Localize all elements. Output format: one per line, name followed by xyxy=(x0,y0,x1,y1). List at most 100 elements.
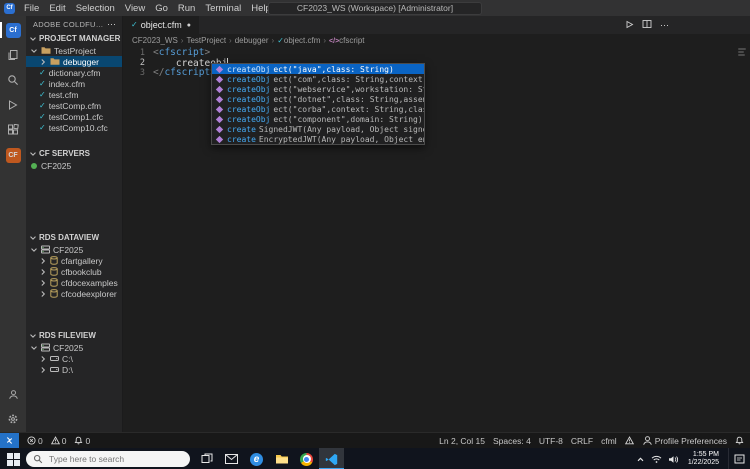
suggestion-rest: ect("java",class: String) xyxy=(273,64,394,74)
tray-hidden-icons[interactable] xyxy=(636,455,645,464)
editor-group: ✓ object.cfm ● ⋯ CF2023_WS › TestProject › d… xyxy=(123,16,750,432)
editor-more-actions[interactable]: ⋯ xyxy=(660,20,670,31)
remote-indicator[interactable] xyxy=(0,433,19,448)
breadcrumb-debugger[interactable]: debugger xyxy=(235,36,269,45)
sidebar-more-actions-icon[interactable]: ⋯ xyxy=(107,19,117,30)
taskbar-search[interactable] xyxy=(26,451,190,467)
activity-settings[interactable] xyxy=(3,410,23,428)
tree-item-debugger[interactable]: debugger xyxy=(26,56,122,67)
section-header-cf-servers[interactable]: CF SERVERS xyxy=(26,147,122,160)
start-button[interactable] xyxy=(0,448,26,469)
cfml-warning[interactable] xyxy=(624,436,634,445)
breadcrumb-testproject[interactable]: TestProject xyxy=(186,36,226,45)
notifications-count[interactable]: 0 xyxy=(74,436,90,446)
tree-item-testcomp10-cfc[interactable]: ✓ testComp10.cfc xyxy=(26,122,122,133)
menu-go[interactable]: Go xyxy=(150,3,173,14)
tree-item-testproject[interactable]: TestProject xyxy=(26,45,122,56)
tray-volume[interactable] xyxy=(668,455,679,464)
indentation[interactable]: Spaces: 4 xyxy=(493,436,531,446)
encoding[interactable]: UTF-8 xyxy=(539,436,563,446)
suggestion-rest: ect("dotnet",class: String,assembly: Str… xyxy=(273,94,424,104)
activity-accounts[interactable] xyxy=(3,385,23,403)
eol[interactable]: CRLF xyxy=(571,436,593,446)
method-icon xyxy=(215,115,224,124)
taskbar-app-edge[interactable]: e xyxy=(244,448,269,469)
suggestion-4[interactable]: createObj ect("corba",context: String,cla… xyxy=(212,104,424,114)
breadcrumb-cfscript[interactable]: </> cfscript xyxy=(329,36,364,45)
activity-extensions[interactable] xyxy=(3,121,23,139)
suggestion-3[interactable]: createObj ect("dotnet",class: String,asse… xyxy=(212,94,424,104)
breadcrumb-cf2023-ws[interactable]: CF2023_WS xyxy=(132,36,178,45)
menu-help[interactable]: Help xyxy=(246,3,276,14)
minimap[interactable] xyxy=(737,47,748,57)
line-number[interactable]: 3 xyxy=(123,68,153,78)
tree-item-d[interactable]: D:\ xyxy=(26,364,122,375)
activity-explorer[interactable] xyxy=(3,46,23,64)
action-center-button[interactable] xyxy=(728,448,749,469)
cfml-file-icon: ✓ xyxy=(39,89,46,99)
notifications-bell[interactable] xyxy=(735,436,744,445)
activity-coldfusion[interactable]: CF xyxy=(3,146,23,164)
tree-item-cf2025[interactable]: CF2025 xyxy=(26,160,122,171)
tray-network[interactable] xyxy=(651,455,662,464)
activity-search[interactable] xyxy=(3,71,23,89)
tree-item-cfdocexamples[interactable]: cfdocexamples xyxy=(26,277,122,288)
taskbar-clock[interactable]: 1:55 PM 1/22/2025 xyxy=(685,451,722,467)
cfbuilder-logo-icon: Cf xyxy=(5,22,21,38)
menu-edit[interactable]: Edit xyxy=(44,3,70,14)
tree-item-test-cfm[interactable]: ✓ test.cfm xyxy=(26,89,122,100)
tree-item-cfartgallery[interactable]: cfartgallery xyxy=(26,255,122,266)
suggestion-6[interactable]: create SignedJWT(Any payload, Object sign… xyxy=(212,124,424,134)
taskbar-app-task-view[interactable] xyxy=(194,448,219,469)
suggestion-1[interactable]: createObj ect("com",class: String,context… xyxy=(212,74,424,84)
warning-icon xyxy=(50,436,60,445)
suggestion-7[interactable]: create EncryptedJWT(Any payload, Object e… xyxy=(212,134,424,144)
tree-item-label: cfdocexamples xyxy=(61,277,118,288)
profile-preferences[interactable]: Profile Preferences xyxy=(642,435,727,446)
activity-run-debug[interactable] xyxy=(3,96,23,114)
taskbar-app-chrome[interactable] xyxy=(294,448,319,469)
volume-icon xyxy=(668,455,679,464)
menu-run[interactable]: Run xyxy=(173,3,200,14)
tree-item-index-cfm[interactable]: ✓ index.cfm xyxy=(26,78,122,89)
menu-view[interactable]: View xyxy=(120,3,150,14)
section-header-project-manager[interactable]: PROJECT MANAGER xyxy=(26,32,122,45)
tree-item-cfbookclub[interactable]: cfbookclub xyxy=(26,266,122,277)
warnings[interactable]: 0 xyxy=(50,436,66,446)
tree-item-testcomp1-cfc[interactable]: ✓ testComp1.cfc xyxy=(26,111,122,122)
suggestion-2[interactable]: createObj ect("webservice",workstation: S… xyxy=(212,84,424,94)
taskbar-app-mail[interactable] xyxy=(219,448,244,469)
line-number[interactable]: 2 xyxy=(123,58,153,68)
menu-selection[interactable]: Selection xyxy=(71,3,120,14)
tree-item-c[interactable]: C:\ xyxy=(26,353,122,364)
menu-file[interactable]: File xyxy=(19,3,44,14)
cf-orange-icon: CF xyxy=(5,147,21,163)
taskbar-app-file-explorer[interactable] xyxy=(269,448,294,469)
window-title: CF2023_WS (Workspace) [Administrator] xyxy=(267,1,483,15)
line-number[interactable]: 1 xyxy=(123,48,153,58)
suggestion-0[interactable]: createObj ect("java",class: String) xyxy=(212,64,424,74)
tab-object-cfm[interactable]: ✓ object.cfm ● xyxy=(123,16,199,34)
tree-item-cf2025[interactable]: CF2025 xyxy=(26,244,122,255)
code-line-1[interactable]: 1 <cfscript> xyxy=(123,48,750,59)
tree-item-testcomp-cfm[interactable]: ✓ testComp.cfm xyxy=(26,100,122,111)
taskbar-app-vscode[interactable] xyxy=(319,448,344,469)
run-button[interactable] xyxy=(625,20,634,31)
section-header-rds-fileview[interactable]: RDS FILEVIEW xyxy=(26,329,122,342)
tree-item-cf2025[interactable]: CF2025 xyxy=(26,342,122,353)
breadcrumb-object-cfm[interactable]: ✓ object.cfm xyxy=(277,36,320,45)
errors[interactable]: 0 xyxy=(27,436,43,446)
language-mode[interactable]: cfml xyxy=(601,436,617,446)
tree-item-label: cfartgallery xyxy=(61,255,103,266)
search-input[interactable] xyxy=(47,453,183,465)
tree-item-label: dictionary.cfm xyxy=(48,67,101,78)
tree-item-cfcodeexplorer[interactable]: cfcodeexplorer xyxy=(26,288,122,299)
split-editor-button[interactable] xyxy=(642,19,652,31)
tree-item-dictionary-cfm[interactable]: ✓ dictionary.cfm xyxy=(26,67,122,78)
menu-terminal[interactable]: Terminal xyxy=(200,3,246,14)
suggestion-5[interactable]: createObj ect("component",domain: String) xyxy=(212,114,424,124)
suggestion-match: createObj xyxy=(227,84,271,94)
cursor-position[interactable]: Ln 2, Col 15 xyxy=(439,436,485,446)
section-header-rds-dataview[interactable]: RDS DATAVIEW xyxy=(26,231,122,244)
activity-coldfusion-builder[interactable]: Cf xyxy=(0,21,23,39)
